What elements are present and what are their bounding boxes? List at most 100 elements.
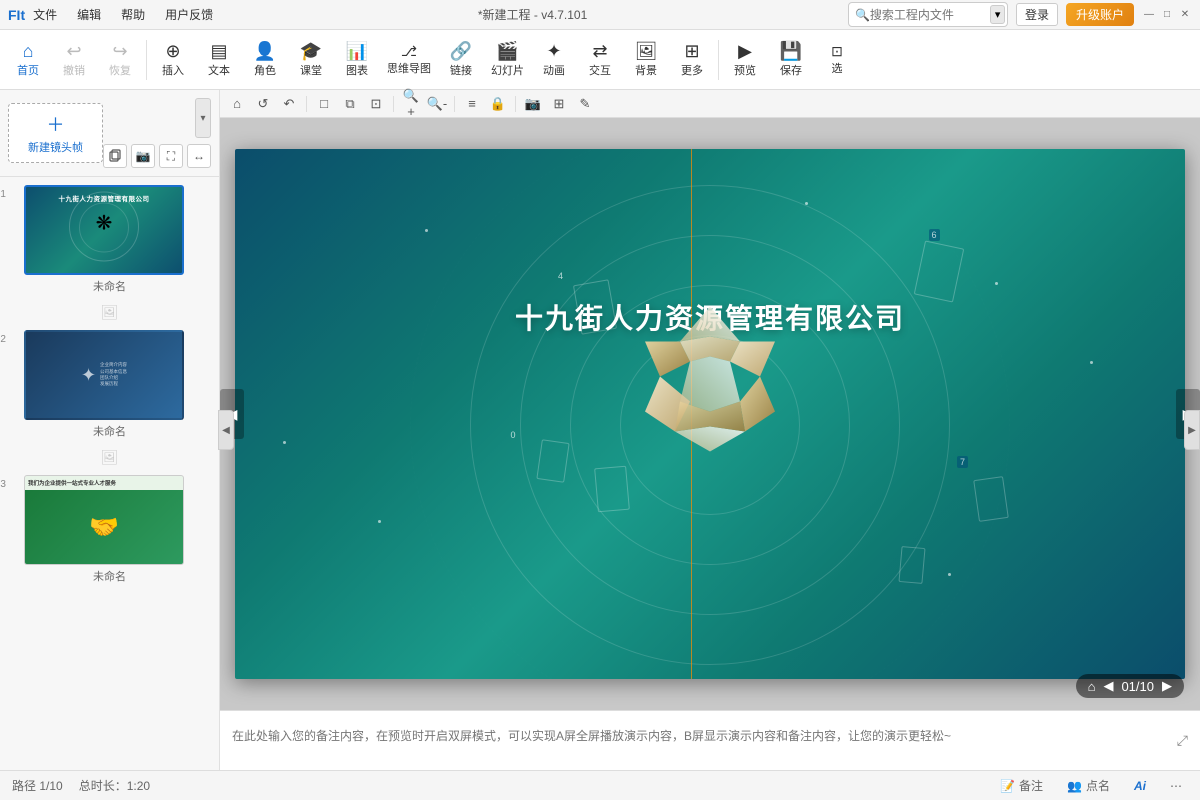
canvas-sep-1 — [306, 96, 307, 112]
ai-button[interactable]: Ai — [1128, 777, 1152, 795]
canvas-select-button[interactable]: ⊡ — [365, 93, 387, 115]
toolbar-separator-1 — [146, 40, 147, 80]
canvas-lock-button[interactable]: 🔒 — [487, 93, 509, 115]
slide-item-3[interactable]: 03 我们为企业提供一站式专业人才服务 🤝 未命名 — [8, 475, 211, 584]
select-label: 选 — [832, 60, 843, 76]
toolbar-separator-2 — [718, 40, 719, 80]
notes-expand-button[interactable]: ⤢ — [1177, 732, 1188, 749]
canvas-undo-button[interactable]: ↺ — [252, 93, 274, 115]
search-box[interactable]: 🔍 ▾ — [848, 2, 1008, 27]
canvas-zoom-out-button[interactable]: 🔍- — [426, 93, 448, 115]
canvas-copy-button[interactable]: ⧉ — [339, 93, 361, 115]
login-button[interactable]: 登录 — [1016, 3, 1058, 26]
canvas-home-button[interactable]: ⌂ — [226, 93, 248, 115]
maximize-button[interactable]: □ — [1160, 8, 1174, 22]
toolbar-slideshow[interactable]: 🎬 幻灯片 — [485, 34, 530, 86]
slide-label-3: 未命名 — [8, 568, 211, 584]
toolbar-home[interactable]: ⌂ 首页 — [6, 34, 50, 86]
toolbar-text[interactable]: ▤ 文本 — [197, 34, 241, 86]
canvas-sep-3 — [454, 96, 455, 112]
more-status-icon: ⋯ — [1170, 779, 1182, 793]
toolbar-save[interactable]: 💾 保存 — [769, 34, 813, 86]
toolbar-interact[interactable]: ⇄ 交互 — [578, 34, 622, 86]
slide-thumb-1[interactable]: 十九街人力资源管理有限公司 ❋ — [24, 185, 184, 275]
toolbar-classroom[interactable]: 🎓 课堂 — [289, 34, 333, 86]
rollcall-button[interactable]: 👥 点名 — [1061, 775, 1116, 796]
minimize-button[interactable]: — — [1142, 8, 1156, 22]
more-status-button[interactable]: ⋯ — [1164, 777, 1188, 795]
notes-textarea[interactable] — [232, 727, 1177, 755]
mindmap-label: 思维导图 — [387, 60, 431, 76]
notes-button[interactable]: 📝 备注 — [994, 775, 1049, 796]
toolbar-chart[interactable]: 📊 图表 — [335, 34, 379, 86]
redo-icon: ↪ — [112, 42, 127, 60]
home-icon[interactable]: ⌂ — [1088, 679, 1096, 694]
statusbar: 路径 1/10 总时长：1:20 📝 备注 👥 点名 Ai ⋯ — [0, 770, 1200, 800]
toolbar-preview[interactable]: ▶ 预览 — [723, 34, 767, 86]
toolbar-mindmap[interactable]: ⎇ 思维导图 — [381, 34, 437, 86]
canvas-zoom-in-button[interactable]: 🔍+ — [400, 93, 422, 115]
slide-label-1: 未命名 — [8, 278, 211, 294]
toolbar-more[interactable]: ⊞ 更多 — [670, 34, 714, 86]
slide-thumb-2[interactable]: ✦ 企业简介内容公司基本信息团队介绍发展历程 — [24, 330, 184, 420]
frame-actions: 📷 ⛶ ↔ — [103, 144, 211, 168]
toolbar-link[interactable]: 🔗 链接 — [439, 34, 483, 86]
fullscreen-button[interactable]: ⛶ — [159, 144, 183, 168]
toolbar-role[interactable]: 👤 角色 — [243, 34, 287, 86]
upgrade-button[interactable]: 升级账户 — [1066, 3, 1134, 26]
slide-canvas[interactable]: ◀ — [220, 118, 1200, 710]
screenshot-button[interactable]: 📷 — [131, 144, 155, 168]
animation-label: 动画 — [543, 62, 565, 78]
mindmap-icon: ⎇ — [401, 44, 417, 58]
canvas-frame-button[interactable]: □ — [313, 93, 335, 115]
toolbar-background[interactable]: 🖼 背景 — [624, 34, 668, 86]
prev-page-button[interactable]: ◀ — [1103, 678, 1113, 694]
titlebar-menus: 文件 编辑 帮助 用户反馈 — [29, 4, 217, 25]
sidebar-collapse-button[interactable]: ◀ — [218, 410, 234, 450]
slide-thumb-3[interactable]: 我们为企业提供一站式专业人才服务 🤝 — [24, 475, 184, 565]
slide-item-1[interactable]: 01 十九街人力资源管理有限公司 ❋ 未命名 — [8, 185, 211, 294]
arrow-down[interactable]: ▾ — [195, 98, 211, 138]
toolbar-undo[interactable]: ↩ 撤销 — [52, 34, 96, 86]
notes-area: ⤢ — [220, 710, 1200, 770]
classroom-icon: 🎓 — [300, 42, 322, 60]
search-icon: 🔍 — [855, 8, 870, 22]
notes-icon: 📝 — [1000, 779, 1015, 793]
close-button[interactable]: ✕ — [1178, 8, 1192, 22]
canvas-toolbar: ⌂ ↺ ↶ □ ⧉ ⊡ 🔍+ 🔍- ≡ 🔒 📷 ⊞ ✎ — [220, 90, 1200, 118]
search-dropdown[interactable]: ▾ — [990, 5, 1006, 24]
slide-spacer-1: 🖼 — [8, 302, 211, 322]
select-icon: ⊡ — [831, 44, 843, 58]
canvas-fit-button[interactable]: ⊞ — [548, 93, 570, 115]
canvas-sep-4 — [515, 96, 516, 112]
new-frame-button[interactable]: ＋ 新建镜头帧 — [8, 103, 103, 163]
next-page-button[interactable]: ▶ — [1162, 678, 1172, 694]
path-info: 路径 1/10 — [12, 777, 63, 794]
toolbar-redo[interactable]: ↪ 恢复 — [98, 34, 142, 86]
more-icon: ⊞ — [684, 42, 699, 60]
search-input[interactable] — [870, 8, 990, 22]
canvas-grid-button[interactable]: ≡ — [461, 93, 483, 115]
rotate-button[interactable]: ↔ — [187, 144, 211, 168]
menu-edit[interactable]: 编辑 — [73, 4, 105, 25]
menu-file[interactable]: 文件 — [29, 4, 61, 25]
slide-logo — [610, 286, 810, 486]
copy-frame-button[interactable] — [103, 144, 127, 168]
canvas-screenshot-button[interactable]: 📷 — [522, 93, 544, 115]
background-label: 背景 — [635, 62, 657, 78]
menu-feedback[interactable]: 用户反馈 — [161, 4, 217, 25]
sidebar-top: ＋ 新建镜头帧 ▾ 📷 ⛶ ↔ — [0, 90, 219, 177]
canvas-edit-button[interactable]: ✎ — [574, 93, 596, 115]
save-icon: 💾 — [780, 42, 802, 60]
statusbar-right: 📝 备注 👥 点名 Ai ⋯ — [994, 775, 1188, 796]
menu-help[interactable]: 帮助 — [117, 4, 149, 25]
sidebar: ＋ 新建镜头帧 ▾ 📷 ⛶ ↔ 01 — [0, 90, 220, 770]
page-number: 01/10 — [1121, 679, 1154, 694]
toolbar-insert[interactable]: ⊕ 插入 — [151, 34, 195, 86]
toolbar-animation[interactable]: ✦ 动画 — [532, 34, 576, 86]
toolbar-select[interactable]: ⊡ 选 — [815, 34, 859, 86]
right-panel-toggle[interactable]: ▶ — [1184, 410, 1200, 450]
link-icon: 🔗 — [450, 42, 472, 60]
canvas-redo-button[interactable]: ↶ — [278, 93, 300, 115]
slide-item-2[interactable]: 02 ✦ 企业简介内容公司基本信息团队介绍发展历程 未命名 — [8, 330, 211, 439]
